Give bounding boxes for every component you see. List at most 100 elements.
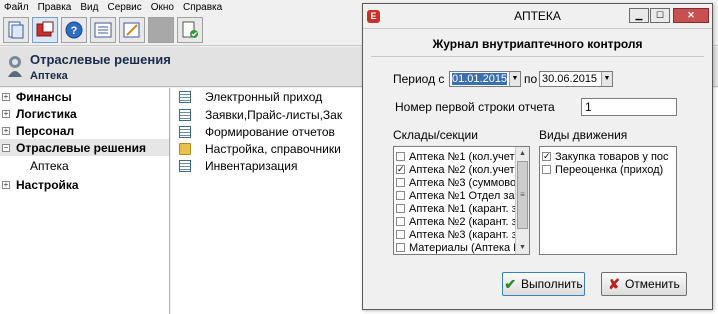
list-item-label: Материалы (Аптека N [409, 241, 522, 254]
list-item[interactable]: Настройка, справочники [179, 140, 341, 158]
list-item-label: Формирование отчетов [205, 125, 335, 139]
tree-item-logistics[interactable]: + Логистика [0, 105, 77, 122]
pharmacy-icon [8, 56, 22, 77]
divider [371, 56, 704, 57]
tree-item-finance[interactable]: + Финансы [0, 88, 72, 105]
list-item-label: Аптека №2 (кол.учет) [409, 163, 519, 176]
date-to-value: 30.06.2015 [542, 73, 598, 85]
checkbox-checked[interactable]: ✓ [396, 165, 405, 174]
edit-icon [123, 22, 140, 37]
run-button[interactable]: ✔ Выполнить [502, 272, 585, 296]
list-item-label: Электронный приход [205, 90, 323, 104]
dialog-titlebar[interactable]: Е АПТЕКА ▁ ☐ ✕ [363, 4, 712, 29]
menu-service[interactable]: Сервис [107, 2, 141, 13]
list-item[interactable]: ✓ Аптека №2 (кол.учет) [396, 163, 518, 176]
list-item-label: Аптека №1 (карант. з [409, 202, 517, 215]
cross-icon: ✘ [608, 275, 620, 292]
list-item-label: Настройка, справочники [205, 142, 341, 156]
list-item-label: Аптека №3 (суммовой [409, 176, 523, 189]
expand-icon[interactable]: + [2, 180, 10, 189]
list-item[interactable]: ✓ Закупка товаров у пос [542, 150, 669, 163]
toolbar-modules-button[interactable] [32, 16, 58, 43]
list-item-label: Инвентаризация [205, 159, 298, 173]
toolbar-help-button[interactable]: ? [61, 16, 87, 43]
svg-text:?: ? [71, 25, 78, 37]
toolbar-edit-button[interactable] [119, 16, 145, 43]
movements-list[interactable]: ✓ Закупка товаров у пос Переоценка (прих… [539, 146, 677, 255]
scroll-up-icon[interactable]: ▲ [516, 147, 529, 160]
section-subtitle: Аптека [30, 70, 68, 82]
expand-icon[interactable]: + [2, 109, 10, 118]
sheet-icon [179, 109, 191, 121]
tree-item-industry-solutions[interactable]: − Отраслевые решения [0, 139, 169, 156]
report-dialog: Е АПТЕКА ▁ ☐ ✕ Журнал внутриаптечного ко… [362, 3, 713, 310]
check-icon: ✔ [504, 275, 517, 292]
sheet-icon [179, 91, 191, 103]
navigation-tree: + Финансы + Логистика + Персонал − Отрас… [0, 88, 170, 314]
warehouses-label: Склады/секции [393, 128, 478, 142]
checkbox[interactable] [396, 217, 405, 226]
collapse-icon[interactable]: − [2, 143, 10, 152]
tree-item-settings[interactable]: + Настройка [0, 176, 79, 193]
list-item-label: Переоценка (приход) [555, 163, 664, 176]
checkbox[interactable] [396, 152, 405, 161]
modules-icon [36, 21, 54, 36]
list-item[interactable]: Аптека №3 (карант. з [396, 228, 517, 241]
toolbar-check-button[interactable] [177, 16, 203, 43]
checkbox[interactable] [396, 204, 405, 213]
checkbox[interactable] [396, 243, 405, 252]
check-document-icon [182, 21, 198, 38]
date-to-field[interactable]: 30.06.2015 ▼ [539, 71, 613, 87]
list-item[interactable]: Аптека №1 (кол.учет) [396, 150, 518, 163]
date-from-field[interactable]: 01.01.2015 ▼ [449, 71, 521, 87]
list-item[interactable]: Инвентаризация [179, 157, 297, 175]
checkbox[interactable] [396, 230, 405, 239]
list-item[interactable]: Аптека №1 Отдел зап [396, 189, 521, 202]
menu-window[interactable]: Окно [151, 2, 174, 13]
list-item[interactable]: Аптека №1 (карант. з [396, 202, 517, 215]
toolbar-blank-button[interactable] [148, 16, 174, 43]
list-item[interactable]: Материалы (Аптека N [396, 241, 521, 254]
menu-edit[interactable]: Правка [38, 2, 72, 13]
date-to-dropdown-icon[interactable]: ▼ [601, 72, 612, 86]
list-item[interactable]: Переоценка (приход) [542, 163, 663, 176]
warehouses-scrollbar[interactable]: ▲ ≡ ▼ [515, 147, 529, 254]
scroll-thumb[interactable]: ≡ [517, 161, 528, 229]
close-button[interactable]: ✕ [673, 8, 709, 23]
date-from-value: 01.01.2015 [452, 73, 508, 85]
list-item[interactable]: Заявки,Прайс-листы,Зак [179, 106, 342, 124]
list-item[interactable]: Формирование отчетов [179, 123, 335, 141]
tree-item-label: Персонал [16, 123, 75, 138]
date-from-dropdown-icon[interactable]: ▼ [509, 72, 520, 86]
first-row-input[interactable]: 1 [581, 98, 677, 116]
list-item-label: Закупка товаров у пос [555, 150, 669, 163]
scroll-down-icon[interactable]: ▼ [516, 241, 529, 254]
menu-help[interactable]: Справка [183, 2, 222, 13]
sheet-icon [179, 126, 191, 138]
warehouses-list[interactable]: Аптека №1 (кол.учет) ✓ Аптека №2 (кол.уч… [393, 146, 530, 255]
expand-icon[interactable]: + [2, 92, 10, 101]
checkbox-checked[interactable]: ✓ [542, 152, 551, 161]
tree-item-pharmacy[interactable]: Аптека [30, 159, 69, 173]
tree-item-label: Отраслевые решения [16, 140, 146, 155]
list-item[interactable]: Аптека №3 (суммовой [396, 176, 522, 189]
toolbar-docs-button[interactable] [3, 16, 29, 43]
checkbox[interactable] [542, 165, 551, 174]
run-button-label: Выполнить [521, 277, 583, 291]
toolbar-list-button[interactable] [90, 16, 116, 43]
tree-item-personnel[interactable]: + Персонал [0, 122, 74, 139]
minimize-button[interactable]: ▁ [629, 8, 649, 23]
tree-item-label: Финансы [16, 89, 72, 104]
documents-icon [8, 21, 24, 38]
list-item[interactable]: Электронный приход [179, 88, 322, 106]
menu-file[interactable]: Файл [4, 2, 29, 13]
cancel-button-label: Отменить [624, 277, 680, 291]
checkbox[interactable] [396, 178, 405, 187]
list-item-label: Аптека №2 (карант. з [409, 215, 517, 228]
maximize-button[interactable]: ☐ [650, 8, 670, 23]
list-item[interactable]: Аптека №2 (карант. з [396, 215, 517, 228]
menu-view[interactable]: Вид [80, 2, 98, 13]
expand-icon[interactable]: + [2, 126, 10, 135]
checkbox[interactable] [396, 191, 405, 200]
cancel-button[interactable]: ✘ Отменить [601, 272, 687, 296]
